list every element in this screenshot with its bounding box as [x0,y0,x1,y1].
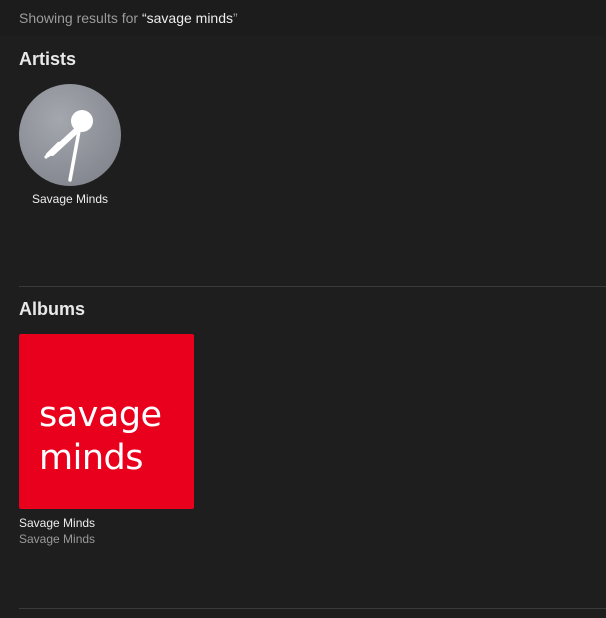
album-title[interactable]: Savage Minds [19,516,194,530]
microphone-icon [44,110,93,182]
album-card[interactable]: savage minds Savage Minds Savage Minds [19,334,194,546]
section-divider [19,286,606,287]
album-artwork-lettering: savage minds [39,394,162,480]
albums-section-heading: Albums [19,299,86,319]
album-artwork-line-1: savage [39,395,162,435]
section-divider [19,608,606,609]
artist-card[interactable]: Savage Minds [19,84,121,206]
results-prefix: Showing results for [19,10,142,26]
artist-avatar[interactable] [19,84,121,186]
results-query: “savage minds [142,10,233,26]
results-summary: Showing results for “savage minds” [19,10,238,26]
album-artist[interactable]: Savage Minds [19,532,194,546]
results-query-text: savage minds [146,10,234,26]
artists-section-heading: Artists [19,49,77,69]
artist-name[interactable]: Savage Minds [19,192,121,206]
results-header: Showing results for “savage minds” [0,0,606,36]
album-artwork[interactable]: savage minds [19,334,194,509]
results-close-quote: ” [233,10,238,26]
album-artwork-line-2: minds [39,438,143,478]
search-results-page: Showing results for “savage minds” Artis… [0,0,606,618]
